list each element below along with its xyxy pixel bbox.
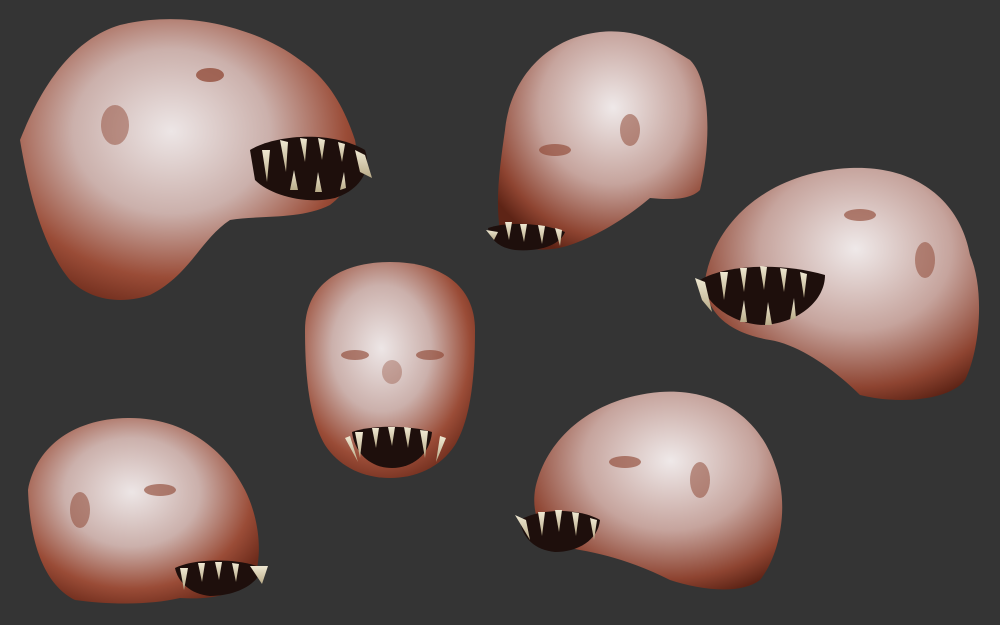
creature-head-sculpt-3 — [305, 262, 475, 478]
creature-head-sculpt-1 — [20, 19, 372, 300]
sculpt-render-canvas — [0, 0, 1000, 625]
creature-head-sculpt-4 — [695, 167, 980, 400]
creature-head-sculpt-5 — [28, 418, 268, 604]
sculpt-sheet — [20, 19, 980, 604]
creature-head-sculpt-2 — [486, 31, 708, 251]
creature-head-sculpt-6 — [515, 391, 783, 590]
